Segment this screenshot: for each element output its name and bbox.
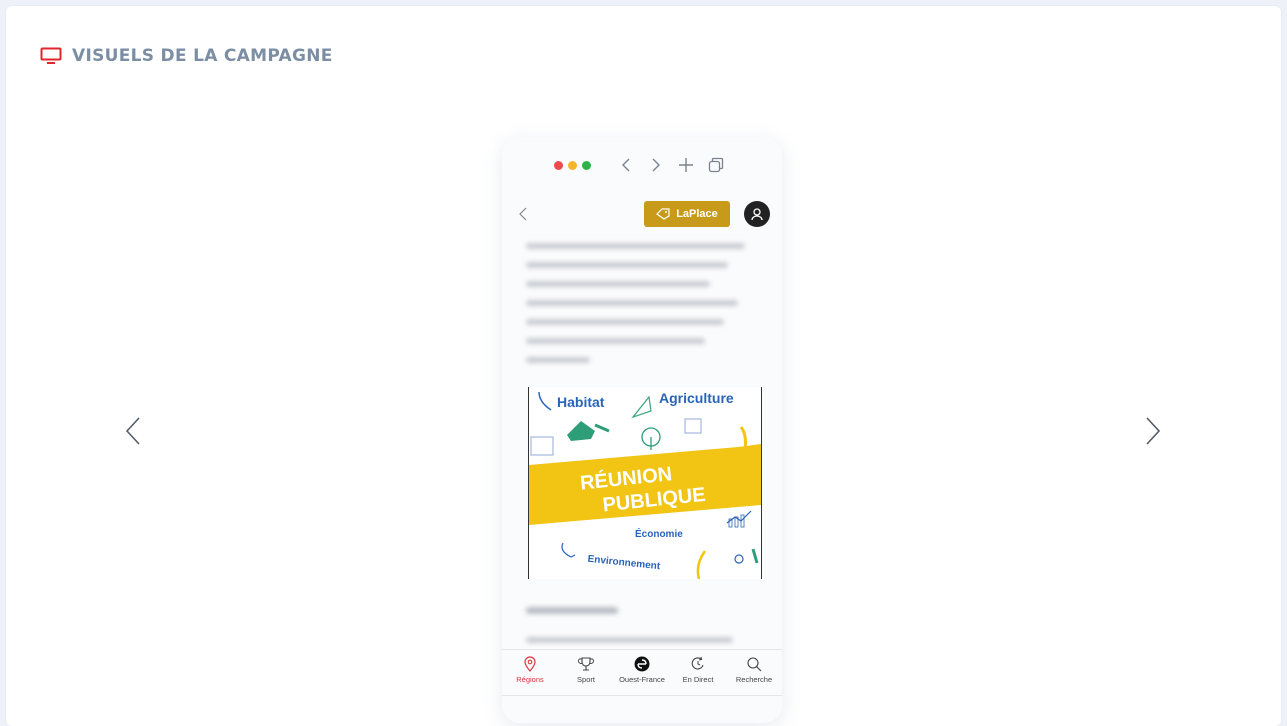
carousel-prev-button[interactable]: [118, 411, 148, 451]
chevron-left-icon: [519, 207, 527, 221]
tab-label: Ouest-France: [619, 675, 665, 684]
browser-tabs-button[interactable]: [704, 153, 728, 177]
poster-word-agriculture: Agriculture: [659, 390, 734, 406]
live-refresh-icon: [691, 656, 704, 670]
section-title: VISUELS DE LA CAMPAGNE: [72, 46, 333, 66]
chevron-left-icon: [621, 158, 629, 172]
section-header: VISUELS DE LA CAMPAGNE: [40, 46, 333, 66]
tab-label: En Direct: [682, 675, 714, 684]
search-icon: [747, 657, 762, 672]
tab-regions[interactable]: Régions: [503, 656, 557, 684]
browser-back-button[interactable]: [614, 153, 638, 177]
tabs-icon: [708, 157, 723, 173]
window-dot-yellow: [567, 160, 577, 170]
tab-label: Sport: [577, 675, 595, 684]
phone-mockup: LaPlace Habitat Agriculture RÉUNION PUBL…: [502, 137, 782, 723]
monitor-icon: [40, 47, 62, 65]
window-dot-green: [581, 160, 591, 170]
browser-new-tab-button[interactable]: [674, 153, 698, 177]
tab-recherche[interactable]: Recherche: [727, 656, 781, 684]
chevron-right-icon: [1146, 417, 1161, 445]
profile-button[interactable]: [744, 201, 770, 227]
trophy-icon: [578, 657, 594, 671]
poster-word-environnement: Environnement: [587, 554, 661, 573]
browser-bar: [502, 137, 782, 193]
tabbar-bottom-divider: [502, 695, 782, 696]
tab-sport[interactable]: Sport: [559, 656, 613, 684]
tab-ouest-france[interactable]: Ouest-France: [615, 656, 669, 684]
window-dot-red: [553, 160, 563, 170]
map-pin-icon: [524, 656, 536, 672]
chevron-left-icon: [125, 417, 140, 445]
campaign-poster: Habitat Agriculture RÉUNION PUBLIQUE Éco…: [528, 387, 762, 579]
tab-label: Recherche: [735, 675, 773, 684]
tab-label: Régions: [516, 675, 544, 684]
user-icon: [751, 208, 763, 221]
tag-icon: [656, 208, 670, 220]
campaign-visuals-card: VISUELS DE LA CAMPAGNE LaPlace Habitat A…: [6, 6, 1281, 726]
app-header: LaPlace: [502, 195, 782, 235]
tab-en-direct[interactable]: En Direct: [671, 656, 725, 684]
carousel-next-button[interactable]: [1138, 411, 1168, 451]
plus-icon: [678, 158, 693, 172]
poster-word-economie: Économie: [635, 527, 683, 540]
laplace-badge[interactable]: LaPlace: [644, 201, 730, 227]
blurred-subheading: [526, 607, 756, 627]
laplace-label: LaPlace: [676, 208, 718, 220]
app-back-button[interactable]: [516, 205, 536, 225]
chevron-right-icon: [652, 158, 660, 172]
ouest-france-logo-icon: [634, 656, 650, 672]
poster-word-habitat: Habitat: [557, 394, 605, 410]
window-dots: [553, 160, 591, 170]
blurred-article-text: [526, 243, 756, 376]
browser-forward-button[interactable]: [644, 153, 668, 177]
